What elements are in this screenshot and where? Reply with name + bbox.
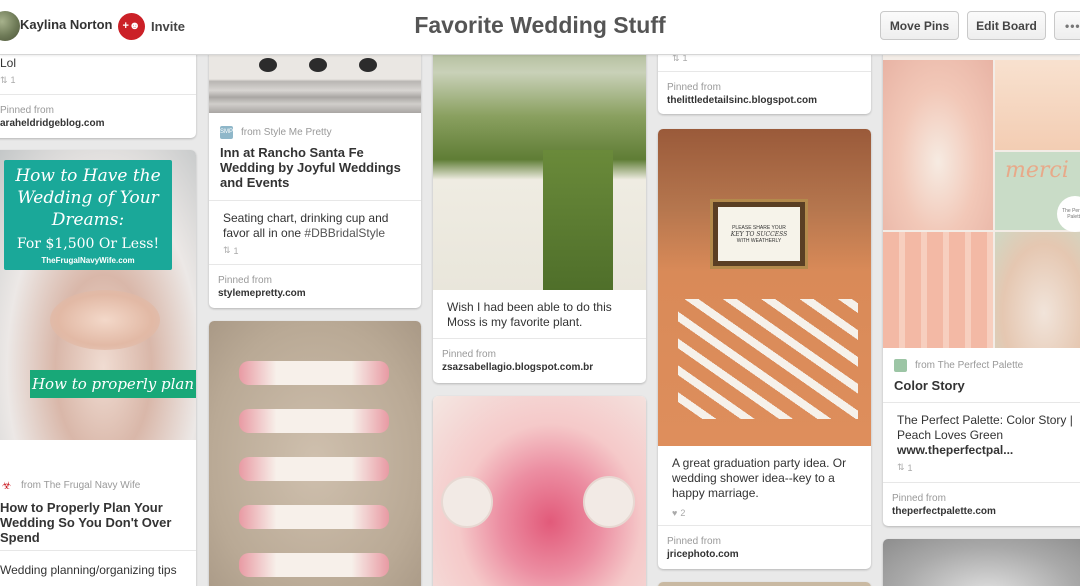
pin-image[interactable]: How to Have the Wedding of Your Dreams: … [0, 150, 196, 440]
cracker-favor [239, 457, 389, 481]
pinned-from-label: Pinned from [442, 349, 496, 360]
repin-count: ⇅ 1 [0, 74, 16, 86]
cracker-favor [239, 409, 389, 433]
pin-card[interactable]: How to Have the Wedding of Your Dreams: … [0, 150, 196, 586]
user-avatar[interactable] [0, 11, 20, 41]
pin-description: Lol [0, 56, 17, 70]
overlay-text-line: For $1,500 Or Less! [16, 236, 160, 252]
pin-card[interactable]: merci The Perfect Palette from The Perfe… [883, 0, 1080, 526]
pin-card[interactable] [209, 321, 421, 586]
pin-image[interactable] [658, 582, 871, 586]
plate [441, 476, 493, 528]
teal-title-panel: How to Have the Wedding of Your Dreams: … [4, 160, 172, 270]
invite-button[interactable]: +☻ Invite [118, 11, 185, 41]
overlay-site-text: TheFrugalNavyWife.com [41, 256, 135, 265]
collage-text: merci [1005, 158, 1069, 183]
pin-source-link[interactable]: stylemepretty.com [209, 288, 421, 299]
hands-photo [50, 290, 160, 350]
pin-source-link[interactable]: thelittledetailsinc.blogspot.com [658, 95, 871, 106]
banner-text: How to properly plan [31, 375, 195, 393]
more-options-button[interactable]: ••• [1054, 11, 1080, 40]
decor-shape [259, 58, 277, 72]
decor-shape [309, 58, 327, 72]
pin-via[interactable]: from Style Me Pretty [241, 127, 332, 138]
overlay-text-line: How to Have the [15, 166, 161, 186]
hashtag-link[interactable]: #DBBridalStyle [304, 226, 385, 240]
tag-cards [678, 299, 858, 419]
pin-title[interactable]: Color Story [883, 378, 1080, 393]
pin-card[interactable]: PLEASE SHARE YOUR KEY TO SUCCESS WITH WE… [658, 129, 871, 569]
source-favicon: SMP [220, 125, 233, 139]
pinned-from-label: Pinned from [892, 493, 946, 504]
source-favicon [894, 358, 907, 372]
pin-card[interactable] [658, 582, 871, 586]
repin-icon: ⇅ [223, 245, 231, 255]
pinned-from-label: Pinned from [667, 536, 721, 547]
pin-card[interactable] [883, 539, 1080, 586]
heart-icon: ♥ [672, 508, 678, 518]
repin-count: ⇅ 1 [223, 245, 239, 256]
collage-tile: merci The Perfect Palette [995, 152, 1080, 232]
overlay-text-line: Dreams: [51, 210, 125, 230]
moss-runner [543, 150, 613, 290]
like-count: ♥ 2 [672, 508, 686, 518]
board-header: Kaylina Norton +☻ Invite Favorite Weddin… [0, 0, 1080, 55]
collage-tile [883, 60, 993, 230]
cracker-favor [239, 505, 389, 529]
pinned-from-label: Pinned from [218, 275, 272, 286]
add-people-icon: +☻ [118, 12, 145, 40]
pin-image[interactable] [209, 321, 421, 586]
edit-board-button[interactable]: Edit Board [967, 11, 1046, 40]
repin-icon: ⇅ [0, 74, 8, 85]
pin-description: Seating chart, drinking cup and favor al… [223, 211, 389, 240]
cracker-favor [239, 553, 389, 577]
pin-via[interactable]: from The Perfect Palette [915, 360, 1023, 371]
framed-sign: PLEASE SHARE YOUR KEY TO SUCCESS WITH WE… [710, 199, 808, 269]
pin-title[interactable]: How to Properly Plan Your Wedding So You… [0, 500, 196, 545]
move-pins-button[interactable]: Move Pins [880, 11, 959, 40]
cracker-favor [239, 361, 389, 385]
pinned-from-label: Pinned from [0, 105, 54, 116]
overlay-text-line: Wedding of Your [17, 188, 159, 208]
pin-link[interactable]: www.theperfectpal... [897, 443, 1013, 457]
pin-description: The Perfect Palette: Color Story | Peach… [897, 413, 1073, 457]
repin-count: ⇅ 1 [897, 462, 913, 473]
pin-title[interactable]: Inn at Rancho Santa Fe Wedding by Joyful… [209, 145, 421, 190]
pin-source-link[interactable]: araheldridgeblog.com [0, 118, 196, 129]
pinned-from-label: Pinned from [667, 82, 721, 93]
decor-shape [359, 58, 377, 72]
green-banner: How to properly plan [30, 370, 196, 398]
pin-via[interactable]: from The Frugal Navy Wife [21, 480, 140, 491]
pin-description: Wedding planning/organizing tips [0, 563, 177, 577]
pin-description: Wish I had been able to do this Moss is … [447, 300, 612, 329]
pin-image[interactable] [883, 539, 1080, 586]
pin-card[interactable] [433, 396, 646, 586]
source-favicon: ☣ [0, 478, 13, 492]
pin-source-link[interactable]: jricephoto.com [658, 549, 871, 560]
corner-badge: The Perfect Palette [1057, 196, 1080, 232]
repin-icon: ⇅ [897, 462, 905, 472]
plate [583, 476, 635, 528]
collage-tile [995, 60, 1080, 150]
pin-source-link[interactable]: zsazsabellagio.blogspot.com.br [433, 362, 646, 373]
pin-image[interactable] [433, 396, 646, 586]
pin-image[interactable]: PLEASE SHARE YOUR KEY TO SUCCESS WITH WE… [658, 129, 871, 446]
collage-tile [995, 232, 1080, 348]
collage-tile [883, 232, 993, 348]
user-name[interactable]: Kaylina Norton [20, 17, 112, 32]
sign-text: WITH WEATHERLY [736, 237, 782, 244]
pin-card[interactable]: Wish I had been able to do this Moss is … [433, 0, 646, 383]
sign-text: KEY TO SUCCESS [730, 230, 788, 238]
pin-source-link[interactable]: theperfectpalette.com [883, 506, 1080, 517]
invite-label: Invite [151, 18, 185, 34]
pin-description: A great graduation party idea. Or weddin… [672, 456, 847, 500]
